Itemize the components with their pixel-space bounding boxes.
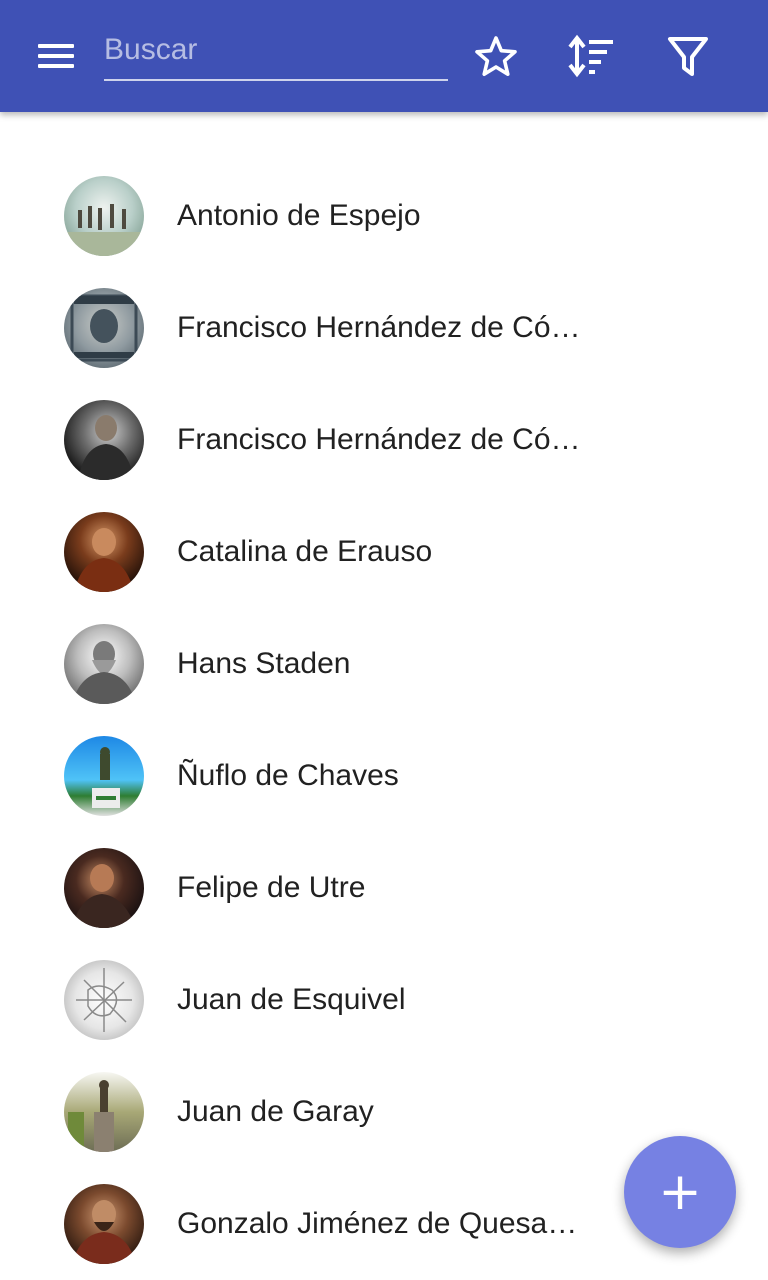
portrait-avatar [64, 288, 144, 368]
hamburger-menu-icon [38, 44, 74, 48]
sort-button[interactable] [563, 28, 619, 84]
add-icon: + [658, 1162, 702, 1222]
list-item-name: Francisco Hernández de Có… [177, 311, 581, 344]
menu-button[interactable] [20, 36, 92, 76]
list-item-name: Catalina de Erauso [177, 535, 433, 568]
list-item-name: Ñuflo de Chaves [177, 759, 399, 792]
filter-button[interactable] [660, 28, 716, 84]
list-item-name: Felipe de Utre [177, 871, 366, 904]
list-item[interactable]: Juan de Esquivel [0, 944, 768, 1056]
portrait-avatar [64, 1072, 144, 1152]
list-item[interactable]: Felipe de Utre [0, 832, 768, 944]
list-item[interactable]: Antonio de Espejo [0, 160, 768, 272]
portrait-avatar [64, 736, 144, 816]
list-item-name: Hans Staden [177, 647, 351, 680]
portrait-avatar [64, 960, 144, 1040]
filter-icon [668, 37, 708, 76]
list-item[interactable]: Ñuflo de Chaves [0, 720, 768, 832]
star-outline-icon [475, 36, 517, 76]
list-item-name: Juan de Esquivel [177, 983, 406, 1016]
list-item[interactable]: Francisco Hernández de Có… [0, 384, 768, 496]
list-item-name: Antonio de Espejo [177, 199, 421, 232]
portrait-avatar [64, 848, 144, 928]
people-list: Antonio de Espejo Francisco Hernández de… [0, 160, 768, 1280]
portrait-avatar [64, 400, 144, 480]
sort-icon [568, 34, 613, 78]
portrait-avatar [64, 624, 144, 704]
portrait-avatar [64, 176, 144, 256]
hamburger-menu-icon-bar [38, 54, 74, 58]
app-bar [0, 0, 768, 112]
list-item[interactable]: Hans Staden [0, 608, 768, 720]
search-underline [104, 79, 448, 81]
add-button[interactable]: + [624, 1136, 736, 1248]
list-item-name: Juan de Garay [177, 1095, 374, 1128]
list-item-name: Gonzalo Jiménez de Quesa… [177, 1207, 578, 1240]
list-item[interactable]: Catalina de Erauso [0, 496, 768, 608]
portrait-avatar [64, 512, 144, 592]
list-item-name: Francisco Hernández de Có… [177, 423, 581, 456]
list-item[interactable]: Francisco Hernández de Có… [0, 272, 768, 384]
favorites-button[interactable] [468, 28, 524, 84]
search-field [104, 20, 448, 82]
search-input[interactable] [104, 20, 448, 80]
portrait-avatar [64, 1184, 144, 1264]
hamburger-menu-icon-bar [38, 64, 74, 68]
